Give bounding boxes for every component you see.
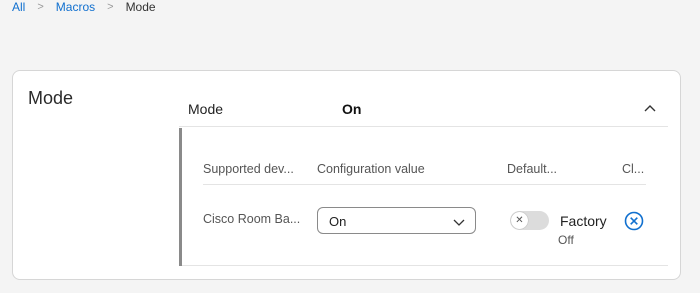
mode-detail-panel: Supported dev... Configuration value Def…: [179, 128, 668, 266]
configuration-value-select[interactable]: On: [317, 207, 476, 234]
breadcrumb-link-macros[interactable]: Macros: [56, 0, 95, 14]
header-supported-devices: Supported dev...: [203, 162, 294, 176]
factory-label: Factory: [560, 213, 607, 229]
factory-sub-value: Off: [558, 233, 574, 247]
header-configuration-value: Configuration value: [317, 162, 425, 176]
breadcrumb: All > Macros > Mode: [12, 0, 156, 14]
select-value: On: [329, 214, 347, 229]
breadcrumb-separator-icon: >: [107, 1, 114, 13]
section-label: Mode: [188, 101, 224, 117]
chevron-up-icon[interactable]: [642, 101, 658, 117]
section-value: On: [342, 101, 362, 117]
mode-card: Mode Mode On Supported dev... Configurat…: [12, 70, 681, 280]
mode-section-header[interactable]: Mode On: [179, 91, 668, 127]
row-divider: [182, 265, 668, 266]
device-cell: Cisco Room Ba...: [203, 212, 301, 226]
header-divider: [203, 184, 646, 185]
chevron-down-icon: [453, 215, 465, 227]
breadcrumb-current: Mode: [125, 0, 156, 14]
toggle-off-icon: ✕: [511, 212, 528, 229]
breadcrumb-separator-icon: >: [37, 1, 44, 13]
header-default: Default...: [507, 162, 558, 176]
breadcrumb-link-all[interactable]: All: [12, 0, 25, 14]
header-clear: Cl...: [622, 162, 645, 176]
default-toggle[interactable]: ✕: [510, 211, 549, 230]
card-title: Mode: [28, 88, 74, 108]
clear-icon[interactable]: [624, 211, 644, 231]
